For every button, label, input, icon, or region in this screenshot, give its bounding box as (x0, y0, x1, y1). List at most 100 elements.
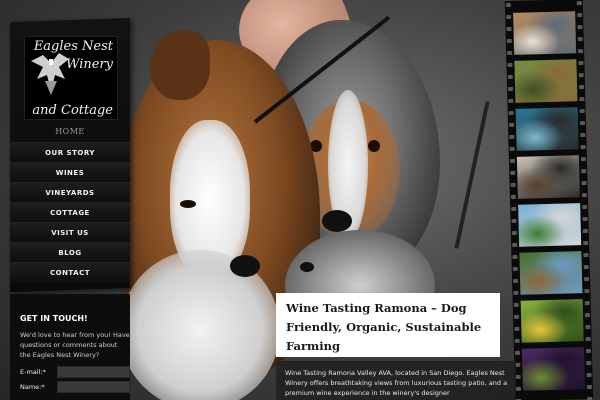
film-sprocket-hole (511, 206, 517, 211)
film-sprocket-hole (586, 360, 592, 366)
email-label: E-mail:* (20, 368, 46, 376)
film-sprocket-hole (513, 290, 519, 295)
film-sprocket-hole (510, 182, 516, 187)
film-sprocket-hole (508, 98, 514, 104)
film-sprocket-hole (507, 74, 513, 80)
film-sprocket-hole (512, 242, 518, 247)
article-excerpt: Wine Tasting Ramona Valley AVA, located … (276, 361, 516, 400)
film-sprocket-hole (585, 336, 591, 342)
film-sprocket-hole (509, 134, 515, 140)
contact-panel: GET IN TOUCH! We'd love to hear from you… (10, 294, 130, 400)
logo-text-line: Eagles Nest (33, 39, 113, 54)
nav-item-vineyards[interactable]: VINEYARDS (10, 182, 130, 202)
dog-sable-eye (180, 200, 196, 208)
film-sprocket-hole (584, 276, 590, 282)
film-sprocket-hole (515, 362, 521, 367)
dog-sable-nose (230, 255, 260, 277)
nav-item-cottage[interactable]: COTTAGE (10, 202, 130, 222)
contact-text: We'd love to hear from you! Have questio… (20, 331, 130, 359)
gallery-thumbnail-people-photo[interactable] (515, 107, 579, 151)
film-sprocket-hole (580, 157, 586, 162)
film-sprocket-hole (581, 181, 587, 186)
film-sprocket-hole (507, 62, 513, 68)
film-sprocket-hole (514, 338, 520, 343)
film-sprocket-hole (577, 13, 583, 18)
film-sprocket-hole (507, 50, 513, 56)
film-sprocket-hole (510, 194, 516, 199)
film-sprocket-hole (579, 121, 586, 126)
film-sprocket-hole (584, 300, 590, 306)
gallery-thumbnail-flower-photo[interactable] (520, 299, 584, 343)
film-sprocket-hole (578, 61, 584, 66)
gallery-thumbnail-dogs-photo[interactable] (513, 11, 577, 55)
article-title-card[interactable]: Wine Tasting Ramona – Dog Friendly, Orga… (276, 293, 500, 357)
dog-merle-eye (368, 140, 380, 152)
film-sprocket-hole (586, 372, 592, 378)
film-sprocket-hole (506, 38, 512, 44)
film-sprocket-hole (515, 374, 521, 379)
film-sprocket-hole (512, 266, 518, 271)
film-sprocket-hole (577, 37, 583, 42)
film-sprocket-hole (506, 26, 512, 32)
film-sprocket-hole (508, 110, 514, 116)
film-sprocket-hole (509, 158, 516, 164)
nav-item-visit-us[interactable]: VISIT US (10, 222, 130, 242)
gallery-thumbnail-winery-sign-photo[interactable] (514, 59, 578, 103)
film-sprocket-hole (513, 302, 519, 307)
film-sprocket-hole (584, 288, 590, 294)
film-sprocket-hole (585, 348, 592, 354)
gallery-thumbnail-grapes-photo[interactable] (521, 347, 585, 391)
gallery-thumbnail-patio-photo[interactable] (518, 203, 582, 247)
nav-item-our-story[interactable]: OUR STORY (10, 142, 130, 162)
film-sprocket-hole (576, 1, 582, 6)
film-sprocket-hole (509, 146, 515, 152)
film-sprocket-hole (579, 109, 585, 114)
film-sprocket-hole (581, 193, 587, 198)
film-sprocket-hole (513, 314, 520, 319)
film-sprocket-hole (508, 86, 514, 92)
name-label: Name:* (20, 383, 45, 391)
film-sprocket-hole (514, 326, 520, 331)
nav-item-home[interactable]: HOME (10, 122, 130, 142)
film-sprocket-hole (578, 49, 584, 54)
article-title[interactable]: Wine Tasting Ramona – Dog Friendly, Orga… (286, 299, 492, 356)
film-sprocket-hole (586, 384, 592, 390)
name-field[interactable] (57, 381, 130, 393)
film-sprocket-hole (578, 73, 584, 78)
film-sprocket-hole (581, 169, 587, 174)
film-sprocket-hole (579, 97, 585, 102)
film-sprocket-hole (511, 230, 517, 235)
gallery-thumbnail-horse-photo[interactable] (519, 251, 583, 295)
film-sprocket-hole (515, 386, 521, 391)
film-sprocket-hole (512, 254, 518, 259)
dog-merle-nose (322, 210, 352, 232)
logo-text-line: and Cottage (32, 103, 113, 118)
email-field[interactable] (57, 366, 130, 378)
film-sprocket-hole (583, 264, 589, 270)
film-sprocket-hole (514, 350, 521, 355)
film-sprocket-hole (580, 133, 586, 138)
gallery-thumbnail-vineyard-people-photo[interactable] (516, 155, 580, 199)
photo-filmstrip (504, 0, 594, 400)
film-sprocket-hole (579, 85, 585, 90)
nav-item-wines[interactable]: WINES (10, 162, 130, 182)
film-sprocket-hole (577, 25, 583, 30)
dog-sable-ear (150, 30, 210, 100)
main-nav: HOME OUR STORY WINES VINEYARDS COTTAGE V… (10, 122, 130, 282)
film-sprocket-hole (582, 216, 588, 222)
film-sprocket-hole (580, 145, 586, 150)
film-sprocket-hole (511, 218, 517, 223)
leash (454, 101, 490, 249)
nav-item-contact[interactable]: CONTACT (10, 262, 130, 282)
site-logo[interactable]: Eagles Nest Winery and Cottage (24, 36, 118, 120)
film-sprocket-hole (584, 312, 591, 318)
film-sprocket-hole (510, 170, 516, 176)
film-sprocket-hole (506, 14, 512, 20)
film-sprocket-hole (508, 122, 515, 128)
contact-title: GET IN TOUCH! (20, 314, 88, 323)
nav-item-blog[interactable]: BLOG (10, 242, 130, 262)
film-sprocket-hole (505, 2, 511, 8)
film-sprocket-hole (585, 324, 591, 330)
film-sprocket-hole (582, 228, 588, 234)
film-sprocket-hole (583, 252, 589, 258)
